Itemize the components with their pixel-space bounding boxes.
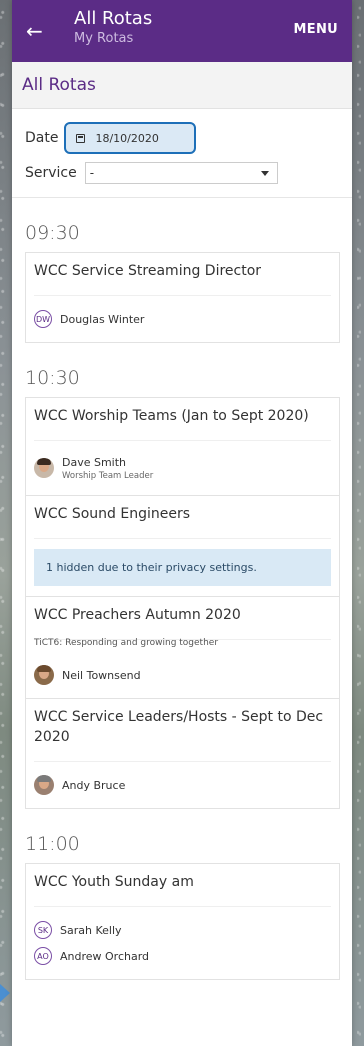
person-row[interactable]: Dave Smith Worship Team Leader xyxy=(34,451,331,485)
filters: Date 18/10/2020 Service - xyxy=(12,109,352,198)
person-row[interactable]: Neil Townsend xyxy=(34,662,331,688)
rota-card[interactable]: WCC Sound Engineers 1 hidden due to their… xyxy=(26,496,339,597)
rota-group: WCC Youth Sunday am SK Sarah Kelly AO Andrew… xyxy=(25,863,340,980)
avatar-hair xyxy=(37,775,51,782)
rota-group: WCC Service Streaming Director DW Douglas … xyxy=(25,252,340,343)
avatar-initials: DW xyxy=(34,310,52,328)
avatar-hair xyxy=(37,665,51,672)
rota-note: TiCT6: Responding and growing together xyxy=(34,638,219,648)
privacy-notice: 1 hidden due to their privacy settings. xyxy=(34,549,331,586)
rota-card[interactable]: WCC Preachers Autumn 2020 TiCT6: Respondi… xyxy=(26,597,339,699)
person-info: Andy Bruce xyxy=(62,779,125,792)
avatar-initials: AO xyxy=(34,947,52,965)
date-label: Date xyxy=(25,130,59,146)
header-subtitle[interactable]: My Rotas xyxy=(74,30,152,48)
service-label: Service xyxy=(25,165,77,181)
menu-button[interactable]: MENU xyxy=(294,22,338,37)
service-row: Service - xyxy=(25,159,340,187)
date-value: 18/10/2020 xyxy=(95,131,159,145)
person-name: Douglas Winter xyxy=(60,312,145,326)
time-heading: 10:30 xyxy=(25,367,80,389)
rota-card[interactable]: WCC Service Leaders/Hosts - Sept to Dec … xyxy=(26,699,339,809)
rota-list: 09:30 WCC Service Streaming Director DW Dou… xyxy=(12,198,352,980)
date-picker[interactable]: 18/10/2020 xyxy=(64,122,197,154)
person-role: Worship Team Leader xyxy=(62,470,154,481)
avatar-initials: SK xyxy=(34,921,52,939)
rota-group: WCC Worship Teams (Jan to Sept 2020) Dave… xyxy=(25,397,340,809)
page-title: All Rotas xyxy=(12,62,352,109)
pointer-arrow-icon xyxy=(0,984,10,1002)
person-info: Dave Smith Worship Team Leader xyxy=(62,456,153,481)
date-row: Date 18/10/2020 xyxy=(25,122,340,154)
rota-title: WCC Sound Engineers xyxy=(34,504,331,539)
person-info: Douglas Winter xyxy=(60,313,144,326)
person-info: Sarah Kelly xyxy=(60,924,122,937)
person-name: Andrew Orchard xyxy=(60,949,150,963)
avatar xyxy=(34,665,54,685)
service-value: - xyxy=(89,166,95,180)
person-name: Dave Smith xyxy=(62,455,127,469)
rota-card[interactable]: WCC Worship Teams (Jan to Sept 2020) Dave… xyxy=(26,398,339,496)
calendar-icon xyxy=(76,133,86,143)
top-bar: ← All Rotas My Rotas MENU xyxy=(12,0,352,62)
rota-card[interactable]: WCC Youth Sunday am SK Sarah Kelly AO Andrew… xyxy=(26,864,339,980)
person-info: Andrew Orchard xyxy=(60,950,149,963)
person-row[interactable]: DW Douglas Winter xyxy=(34,306,331,332)
person-name: Sarah Kelly xyxy=(60,923,122,937)
person-name: Andy Bruce xyxy=(62,778,126,792)
person-row[interactable]: Andy Bruce xyxy=(34,772,331,798)
rota-title: WCC Worship Teams (Jan to Sept 2020) xyxy=(34,406,331,441)
header-title-block: All Rotas My Rotas xyxy=(74,8,152,48)
service-select[interactable]: - xyxy=(84,162,278,184)
person-name: Neil Townsend xyxy=(62,668,141,682)
header-title: All Rotas xyxy=(74,8,153,29)
avatar-hair xyxy=(37,458,51,465)
time-heading: 09:30 xyxy=(25,222,80,244)
avatar xyxy=(34,775,54,795)
rota-title: WCC Preachers Autumn 2020 xyxy=(34,605,331,640)
person-row[interactable]: AO Andrew Orchard xyxy=(34,943,331,969)
app-panel: ← All Rotas My Rotas MENU All Rotas Date… xyxy=(12,0,352,1046)
chevron-down-icon xyxy=(260,171,269,176)
time-heading: 11:00 xyxy=(25,833,80,855)
person-row[interactable]: SK Sarah Kelly xyxy=(34,917,331,943)
rota-title: WCC Service Leaders/Hosts - Sept to Dec … xyxy=(34,707,331,762)
avatar xyxy=(34,458,54,478)
rota-title: WCC Service Streaming Director xyxy=(34,261,331,296)
arrow-left-icon[interactable]: ← xyxy=(26,20,48,42)
rota-title: WCC Youth Sunday am xyxy=(34,872,331,907)
person-info: Neil Townsend xyxy=(62,669,141,682)
rota-card[interactable]: WCC Service Streaming Director DW Douglas … xyxy=(26,253,339,343)
